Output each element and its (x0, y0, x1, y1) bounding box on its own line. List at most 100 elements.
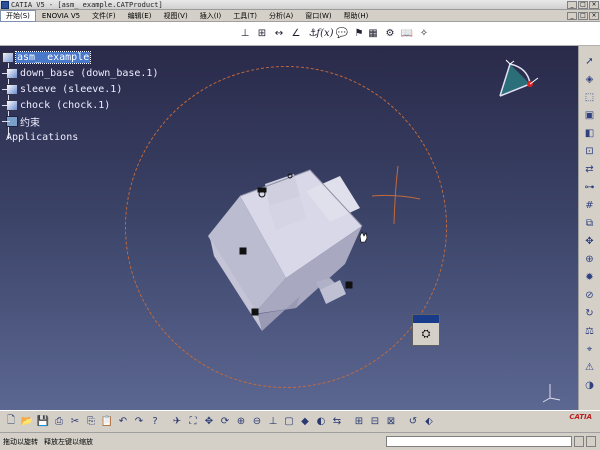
new-component-icon[interactable]: ⬚ (582, 90, 597, 105)
tree-label-down-base[interactable]: down_base (down_base.1) (20, 68, 158, 79)
pan-hand-cursor (359, 231, 368, 243)
menu-window[interactable]: 窗口(W) (299, 11, 337, 21)
print-icon[interactable]: ⎙ (52, 415, 66, 429)
formula-icon[interactable]: f(x) (316, 26, 333, 40)
tree-branch-line (2, 89, 10, 90)
menu-edit[interactable]: 编辑(E) (122, 11, 158, 21)
compass-icon[interactable] (492, 58, 542, 108)
stop-manipulate-icon[interactable]: ⊘ (582, 288, 597, 303)
floating-toolbar-titlebar[interactable] (413, 315, 439, 323)
manipulation-icon[interactable]: ⊞ (352, 415, 366, 429)
tree-label-constraints[interactable]: 约束 (20, 114, 40, 129)
tree-node-chock[interactable]: chock (chock.1) (2, 97, 158, 113)
hide-show-icon[interactable]: ◐ (314, 415, 328, 429)
component-select-icon[interactable]: ◈ (582, 72, 597, 87)
tree-root-label[interactable]: asm_ example (14, 50, 92, 64)
menu-start[interactable]: 开始(S) (0, 9, 36, 22)
menu-insert[interactable]: 插入(I) (194, 11, 228, 21)
redo-icon[interactable]: ↷ (132, 415, 146, 429)
tree-node-down-base[interactable]: down_base (down_base.1) (2, 65, 158, 81)
tree-label-sleeve[interactable]: sleeve (sleeve.1) (20, 84, 122, 95)
knowledge-icon[interactable]: ✧ (417, 26, 431, 40)
3d-viewport[interactable]: asm_ example down_base (down_base.1) sle… (0, 46, 578, 410)
title-bar: CATIA V5 - [asm_ example.CATProduct] _ □… (0, 0, 600, 10)
menu-analysis[interactable]: 分析(A) (263, 11, 299, 21)
section-icon[interactable]: ◑ (582, 378, 597, 393)
measure-icon[interactable]: ⌖ (582, 342, 597, 357)
rotate-icon[interactable]: ⟳ (218, 415, 232, 429)
command-input[interactable] (386, 436, 572, 447)
menu-enovia[interactable]: ENOVIA V5 (36, 12, 86, 20)
menu-help[interactable]: 帮助(H) (338, 11, 375, 21)
part-block[interactable] (208, 169, 363, 331)
close-button[interactable]: × (589, 1, 599, 9)
tree-node-applications[interactable]: Applications (2, 129, 158, 145)
pan-icon[interactable]: ✥ (202, 415, 216, 429)
material-icon[interactable]: ⬖ (422, 415, 436, 429)
new-file-icon[interactable]: 🗋 (4, 415, 18, 429)
status-stop-button[interactable] (574, 436, 584, 447)
angle-constraint-icon[interactable]: ∠ (289, 26, 303, 40)
table-icon[interactable]: ▦ (366, 26, 380, 40)
maximize-button[interactable]: □ (578, 1, 588, 9)
swap-space-icon[interactable]: ⇆ (330, 415, 344, 429)
generate-numbering-icon[interactable]: # (582, 198, 597, 213)
clash-icon[interactable]: ⚠ (582, 360, 597, 375)
save-icon[interactable]: 💾 (36, 415, 50, 429)
status-power-input-button[interactable] (586, 436, 596, 447)
doc-restore-button[interactable]: □ (578, 12, 588, 20)
tree-label-chock[interactable]: chock (chock.1) (20, 100, 110, 111)
text-annotation-icon[interactable]: 💬 (335, 26, 349, 40)
coincidence-constraint-icon[interactable]: ⊥ (238, 26, 252, 40)
manipulate-icon[interactable]: ✥ (582, 234, 597, 249)
explode-icon[interactable]: ✹ (582, 270, 597, 285)
refresh-icon[interactable]: ↺ (406, 415, 420, 429)
tree-node-constraints[interactable]: 约束 (2, 113, 158, 129)
quick-view-icon[interactable]: ▢ (282, 415, 296, 429)
menu-view[interactable]: 视图(V) (157, 11, 193, 21)
snap-update-icon[interactable]: ⊠ (384, 415, 398, 429)
new-part-icon[interactable]: ◧ (582, 126, 597, 141)
cut-icon[interactable]: ✂ (68, 415, 82, 429)
select-arrow-icon[interactable]: ➚ (582, 54, 597, 69)
minimize-button[interactable]: _ (567, 1, 577, 9)
view-mode-icon[interactable]: ◆ (298, 415, 312, 429)
existing-component-icon[interactable]: ⊡ (582, 144, 597, 159)
contact-constraint-icon[interactable]: ⊞ (255, 26, 269, 40)
graph-tree-icon[interactable]: ⊶ (582, 180, 597, 195)
normal-view-icon[interactable]: ⊥ (266, 415, 280, 429)
catalog-browser-icon[interactable]: 📖 (400, 26, 414, 40)
whats-this-icon[interactable]: ? (148, 415, 162, 429)
floating-toolbar[interactable]: ⛭ (412, 314, 440, 346)
open-file-icon[interactable]: 📂 (20, 415, 34, 429)
catalog-toolbar: ▦ ⚙ 📖 ✧ (366, 26, 431, 40)
replace-component-icon[interactable]: ⇄ (582, 162, 597, 177)
tree-label-applications[interactable]: Applications (6, 132, 78, 143)
doc-close-button[interactable]: × (589, 12, 599, 20)
tree-node-sleeve[interactable]: sleeve (sleeve.1) (2, 81, 158, 97)
copy-icon[interactable]: ⎘ (84, 415, 98, 429)
doc-minimize-button[interactable]: _ (567, 12, 577, 20)
paste-icon[interactable]: 📋 (100, 415, 114, 429)
menu-file[interactable]: 文件(F) (86, 11, 122, 21)
fit-all-icon[interactable]: ⛶ (186, 415, 200, 429)
zoom-in-icon[interactable]: ⊕ (234, 415, 248, 429)
offset-constraint-icon[interactable]: ↔ (272, 26, 286, 40)
product-icon (2, 51, 14, 63)
zoom-out-icon[interactable]: ⊖ (250, 415, 264, 429)
flag-note-icon[interactable]: ⚑ (352, 26, 366, 40)
bottom-toolbar: 🗋 📂 💾 ⎙ ✂ ⎘ 📋 ↶ ↷ ? ✈ ⛶ ✥ ⟳ ⊕ ⊖ ⊥ ▢ ◆ ◐ … (0, 410, 600, 432)
undo-icon[interactable]: ↶ (116, 415, 130, 429)
fix-together-icon[interactable]: ⊟ (368, 415, 382, 429)
tree-branch-line (2, 105, 10, 106)
analysis-icon[interactable]: ⚖ (582, 324, 597, 339)
tree-node-root[interactable]: asm_ example (2, 49, 158, 65)
update-icon[interactable]: ⛭ (413, 323, 439, 345)
snap-icon[interactable]: ⊕ (582, 252, 597, 267)
new-product-icon[interactable]: ▣ (582, 108, 597, 123)
fast-multi-instantiation-icon[interactable]: ⧉ (582, 216, 597, 231)
menu-tools[interactable]: 工具(T) (227, 11, 263, 21)
fly-mode-icon[interactable]: ✈ (170, 415, 184, 429)
update-all-icon[interactable]: ↻ (582, 306, 597, 321)
network-icon[interactable]: ⚙ (383, 26, 397, 40)
